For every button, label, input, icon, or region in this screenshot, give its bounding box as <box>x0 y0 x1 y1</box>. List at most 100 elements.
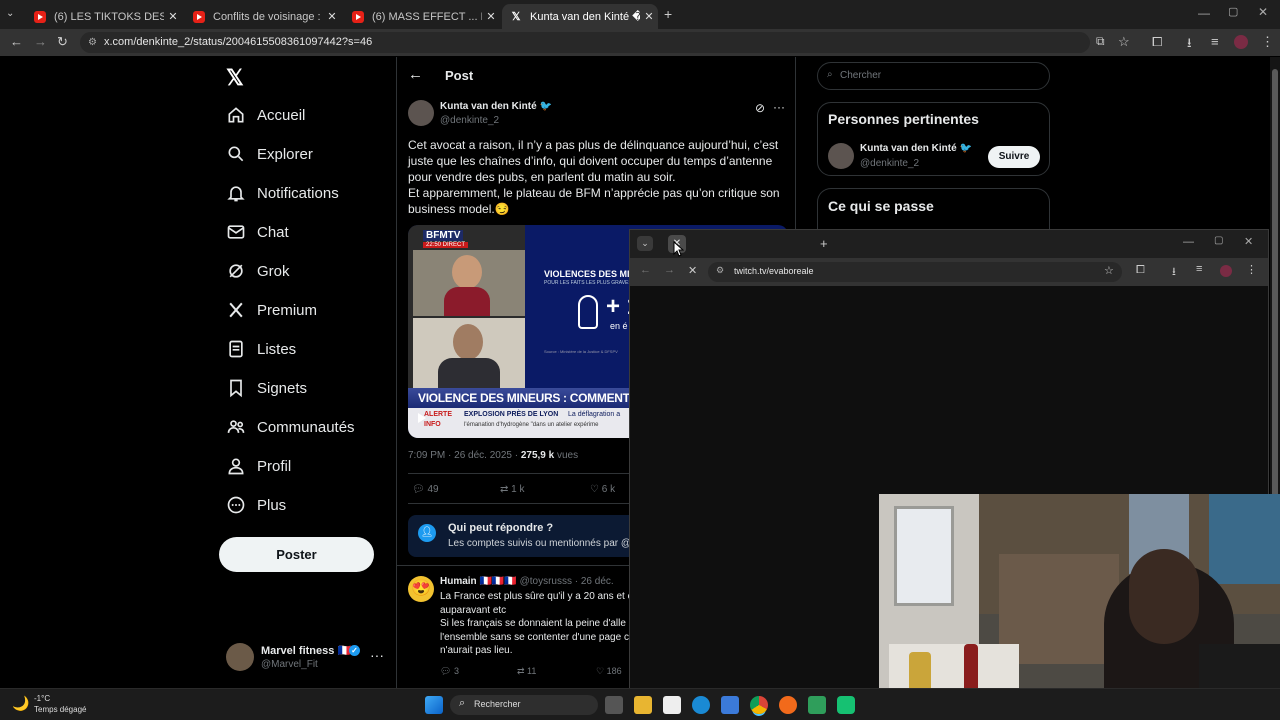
post-button[interactable]: Poster <box>219 537 374 572</box>
bookmark-star-icon[interactable]: ☆ <box>1104 264 1114 277</box>
reply-reply-count[interactable]: 💬︎ 3 <box>440 666 459 677</box>
menu-icon[interactable]: ⋮ <box>1261 34 1274 50</box>
x-logo-icon[interactable]: 𝕏 <box>226 65 244 91</box>
relevant-title: Personnes pertinentes <box>828 111 979 127</box>
windows-start-icon[interactable] <box>425 696 443 714</box>
profile-icon <box>228 458 244 475</box>
task-view-icon[interactable] <box>605 696 623 714</box>
app-icon[interactable] <box>808 696 826 714</box>
close-tab-icon[interactable]: ✕ <box>164 10 182 23</box>
profile-avatar[interactable] <box>1234 35 1248 49</box>
relevant-avatar[interactable] <box>828 143 854 169</box>
minimize-icon[interactable]: — <box>1198 6 1210 20</box>
account-more-icon[interactable]: ··· <box>370 647 384 663</box>
edge-icon[interactable] <box>692 696 710 714</box>
heart-icon: ♡ <box>596 666 607 676</box>
download-icon[interactable]: ⭳ <box>1172 263 1176 282</box>
like-count[interactable]: ♡ 6 k <box>590 484 615 495</box>
tweet-more-icon[interactable]: ··· <box>773 100 785 114</box>
nav-grok[interactable]: Grok <box>226 261 290 281</box>
nav-lists[interactable]: Listes <box>226 339 296 359</box>
new-tab-icon[interactable]: + <box>664 6 672 22</box>
browser-tab[interactable]: (6) LES TIKTOKS DES POLITIQUE ✕ <box>26 4 182 29</box>
nav-chat[interactable]: Chat <box>226 222 289 242</box>
taskbar-search[interactable]: ⌕ Rechercher <box>450 695 598 715</box>
nav-notifications[interactable]: Notifications <box>226 183 339 203</box>
chrome-icon[interactable] <box>750 696 768 714</box>
reply-icon: 💬︎ <box>412 484 428 495</box>
minimize-icon[interactable]: — <box>1183 236 1194 248</box>
forward-icon[interactable]: → <box>664 264 675 276</box>
close-tab-icon[interactable]: ✕ <box>640 10 658 23</box>
reply-avatar[interactable]: 😍 <box>408 576 434 602</box>
tab-search-icon[interactable]: ⌄ <box>6 8 14 19</box>
browser-tab[interactable]: Conflits de voisinage : ma vie e ✕ <box>185 4 341 29</box>
nav-premium[interactable]: Premium <box>226 300 317 320</box>
nav-profile[interactable]: Profil <box>226 456 291 476</box>
media-icon[interactable]: ≡ <box>1211 34 1219 49</box>
account-avatar[interactable] <box>226 643 254 671</box>
grok-icon[interactable]: ⊘ <box>755 101 765 115</box>
account-switcher[interactable]: Marvel fitness 🇫🇷 ✓ <box>261 644 360 657</box>
author-name[interactable]: Kunta van den Kinté 🐦 <box>440 101 552 112</box>
twitch-url: twitch.tv/evaboreale <box>734 266 814 276</box>
extensions-icon[interactable]: ⧠ <box>1136 264 1145 277</box>
media-icon[interactable]: ≡ <box>1196 263 1202 275</box>
browser-tab-active[interactable]: 𝕏 Kunta van den Kinté � sur X : " ✕ <box>502 4 658 29</box>
install-icon[interactable]: ⧉ <box>1096 34 1105 49</box>
video-panel-small: en é <box>610 321 628 331</box>
browser-tab[interactable]: (6) MASS EFFECT ... ET APRES ? ✕ <box>344 4 500 29</box>
forward-icon[interactable]: → <box>34 34 47 49</box>
back-arrow-icon[interactable]: ← <box>408 66 423 83</box>
tab-search-icon[interactable]: ⌄ <box>637 236 653 251</box>
follow-button[interactable]: Suivre <box>988 146 1040 168</box>
nav-home[interactable]: Accueil <box>226 105 305 125</box>
back-icon[interactable]: ← <box>10 34 23 49</box>
nav-explore[interactable]: Explorer <box>226 144 313 164</box>
firefox-icon[interactable] <box>779 696 797 714</box>
author-avatar[interactable] <box>408 100 434 126</box>
video-source: Source : Ministère de la Justice & DFSPV <box>544 349 618 354</box>
reply-count[interactable]: 💬︎ 49 <box>412 484 439 495</box>
play-icon[interactable] <box>418 413 426 423</box>
repost-count[interactable]: ⇄ 1 k <box>500 484 525 495</box>
mouse-cursor-icon <box>673 241 684 257</box>
window-close-icon[interactable]: ✕ <box>1244 235 1253 248</box>
menu-icon[interactable]: ⋮ <box>1246 263 1257 276</box>
page-title: Post <box>445 68 474 83</box>
new-tab-icon[interactable]: + <box>820 236 828 251</box>
youtube-icon <box>352 10 364 23</box>
reply-like-count[interactable]: ♡ 186 <box>596 666 622 677</box>
nav-more[interactable]: Plus <box>226 495 286 515</box>
person-pictogram-icon <box>578 295 598 329</box>
notepad-icon[interactable] <box>663 696 681 714</box>
profile-avatar[interactable] <box>1220 265 1232 277</box>
reply-author[interactable]: Humain <box>440 576 477 587</box>
site-info-icon[interactable]: ⚙ <box>716 265 724 276</box>
site-info-icon[interactable]: ⚙ <box>88 32 97 53</box>
presenter-face <box>452 255 482 289</box>
nav-bookmarks[interactable]: Signets <box>226 378 307 398</box>
stop-loading-icon[interactable]: ✕ <box>688 264 697 277</box>
back-icon[interactable]: ← <box>640 264 651 276</box>
close-tab-icon[interactable]: ✕ <box>323 10 341 23</box>
reply-repost-count[interactable]: ⇄ 11 <box>517 666 536 677</box>
download-icon[interactable]: ⭳ <box>1187 34 1192 56</box>
maximize-icon[interactable]: ▢ <box>1228 5 1238 18</box>
search-input[interactable]: ⌕ Chercher <box>817 62 1050 90</box>
relevant-people-card: Personnes pertinentes Kunta van den Kint… <box>817 102 1050 176</box>
moon-weather-icon[interactable]: 🌙 <box>12 695 29 712</box>
store-icon[interactable] <box>721 696 739 714</box>
relevant-name[interactable]: Kunta van den Kinté 🐦 <box>860 143 972 154</box>
app-icon-2[interactable] <box>837 696 855 714</box>
bookmark-star-icon[interactable]: ☆ <box>1118 34 1130 50</box>
extensions-icon[interactable]: ⧠ <box>1152 34 1162 50</box>
window-close-icon[interactable]: ✕ <box>1258 5 1268 19</box>
address-bar[interactable]: ⚙ x.com/denkinte_2/status/20046155083610… <box>80 32 1090 53</box>
maximize-icon[interactable]: ▢ <box>1214 235 1223 246</box>
close-tab-icon[interactable]: ✕ <box>482 10 500 23</box>
nav-communities[interactable]: Communautés <box>226 417 355 437</box>
twitch-address-bar[interactable]: ⚙ twitch.tv/evaboreale ☆ <box>708 262 1122 282</box>
reload-icon[interactable]: ↻ <box>57 34 68 50</box>
file-explorer-icon[interactable] <box>634 696 652 714</box>
